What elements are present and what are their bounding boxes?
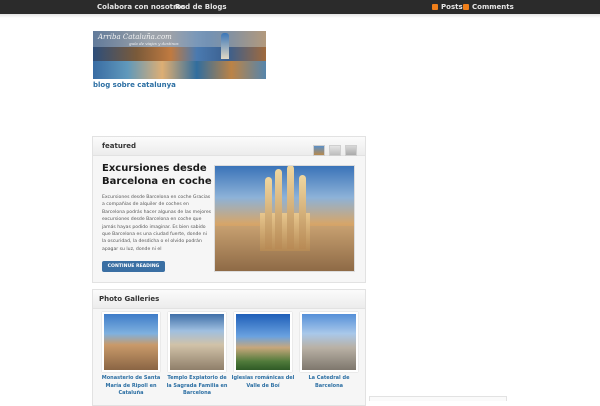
featured-post-image[interactable] — [214, 165, 355, 272]
posts-feed-link[interactable]: Posts — [432, 2, 463, 12]
gallery-caption[interactable]: Iglesias románicas del Valle de Boí — [230, 375, 296, 390]
gallery-header: Photo Galleries — [93, 290, 365, 309]
featured-thumbnail-3[interactable] — [345, 145, 357, 156]
top-nav-bar: Colabora con nosotros Red de Blogs Posts… — [0, 0, 600, 14]
gallery-image[interactable] — [102, 312, 160, 372]
site-logo[interactable]: Arriba Cataluña.com guía de viajes y des… — [93, 31, 266, 79]
featured-thumbnail-2[interactable] — [329, 145, 341, 156]
gallery-caption[interactable]: La Catedral de Barcelona — [296, 375, 362, 390]
gallery-image[interactable] — [168, 312, 226, 372]
logo-tower — [221, 33, 229, 59]
gallery-image[interactable] — [234, 312, 292, 372]
featured-panel: featured Excursiones desde Barcelona en … — [92, 136, 366, 283]
sidebar-widget — [369, 396, 507, 401]
logo-subtext: guía de viajes y destinos — [129, 41, 179, 46]
featured-header: featured — [93, 137, 365, 156]
image-spire — [275, 169, 282, 249]
featured-post-excerpt: Excursiones desde Barcelona en coche Gra… — [102, 195, 212, 252]
image-spire — [287, 166, 294, 249]
gallery-caption[interactable]: Templo Expiatorio de la Sagrada Familia … — [164, 375, 230, 398]
continue-reading-button[interactable]: CONTINUE READING — [102, 261, 165, 272]
comments-feed-label: Comments — [472, 3, 514, 11]
site-tagline[interactable]: blog sobre catalunya — [93, 81, 176, 89]
photo-galleries-panel: Photo Galleries Monasterio de Santa Marí… — [92, 289, 366, 406]
logo-mosaic — [93, 61, 266, 79]
logo-text: Arriba Cataluña.com — [98, 33, 172, 41]
image-spire — [299, 175, 306, 249]
featured-heading: featured — [102, 142, 137, 150]
posts-feed-label: Posts — [441, 3, 463, 11]
gallery-caption[interactable]: Monasterio de Santa María de Ripoll en C… — [98, 375, 164, 398]
comments-feed-link[interactable]: Comments — [463, 2, 514, 12]
rss-icon — [463, 4, 469, 10]
gallery-image[interactable] — [300, 312, 358, 372]
featured-post-title[interactable]: Excursiones desde Barcelona en coche — [102, 162, 212, 188]
subheader-strip — [0, 14, 600, 18]
gallery-heading: Photo Galleries — [99, 295, 160, 303]
nav-link-red-de-blogs[interactable]: Red de Blogs — [175, 2, 227, 12]
image-spire — [265, 177, 272, 249]
featured-thumbnail-1[interactable] — [313, 145, 325, 156]
nav-link-colabora[interactable]: Colabora con nosotros — [97, 2, 185, 12]
featured-thumbnails — [309, 141, 357, 160]
rss-icon — [432, 4, 438, 10]
